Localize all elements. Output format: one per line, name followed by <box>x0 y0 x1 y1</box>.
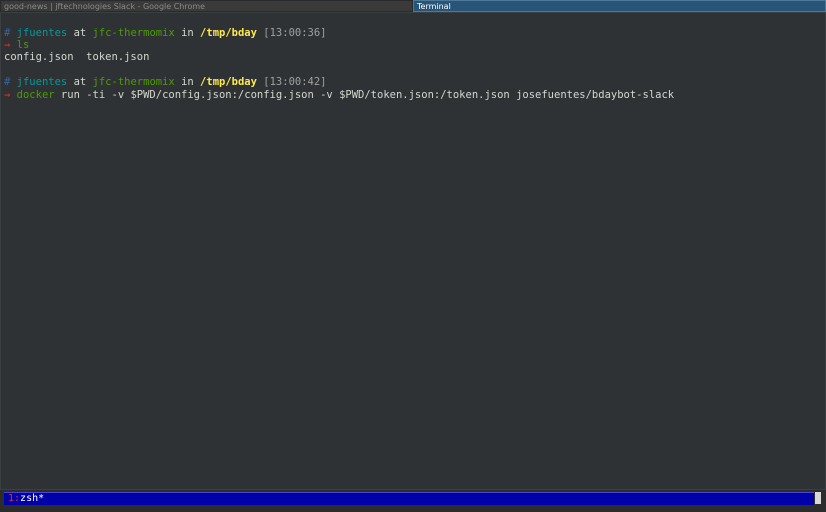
prompt-line: # jfuentes at jfc-thermomix in /tmp/bday… <box>4 76 327 89</box>
prompt-in: in <box>181 76 194 88</box>
window-name[interactable]: zsh* <box>20 493 44 504</box>
tmux-window-list: 1:zsh* <box>4 492 814 505</box>
window-manager-bar: good-news | jftechnologies Slack - Googl… <box>0 0 826 12</box>
prompt-user: jfuentes <box>16 27 68 39</box>
prompt-time: [13:00:36] <box>263 27 327 39</box>
command-name: ls <box>16 39 30 51</box>
command-args: run -ti -v $PWD/config.json:/config.json… <box>60 89 675 101</box>
window-tab-terminal[interactable]: Terminal <box>413 0 826 12</box>
prompt-hash: # <box>4 27 11 39</box>
terminal-window[interactable]: # jfuentes at jfc-thermomix in /tmp/bday… <box>0 12 826 490</box>
prompt-arrow-icon: → <box>4 39 11 51</box>
prompt-host: jfc-thermomix <box>92 27 175 39</box>
prompt-at: at <box>73 27 87 39</box>
tmux-status-bar: 1:zsh* <box>0 490 826 512</box>
prompt-in: in <box>181 27 194 39</box>
window-tab-chrome[interactable]: good-news | jftechnologies Slack - Googl… <box>0 0 413 12</box>
window-index[interactable]: 1: <box>8 493 20 504</box>
prompt-user: jfuentes <box>16 76 68 88</box>
prompt-path: /tmp/bday <box>200 27 257 39</box>
prompt-at: at <box>73 76 87 88</box>
prompt-line: # jfuentes at jfc-thermomix in /tmp/bday… <box>4 27 327 40</box>
prompt-hash: # <box>4 76 11 88</box>
command-name: docker <box>16 89 55 101</box>
command-output: config.json token.json <box>4 51 150 63</box>
prompt-host: jfc-thermomix <box>92 76 175 88</box>
prompt-path: /tmp/bday <box>200 76 257 88</box>
command-line: → docker run -ti -v $PWD/config.json:/co… <box>4 89 674 102</box>
prompt-time: [13:00:42] <box>263 76 327 88</box>
prompt-arrow-icon: → <box>4 89 11 101</box>
status-scroll-indicator <box>815 492 821 504</box>
